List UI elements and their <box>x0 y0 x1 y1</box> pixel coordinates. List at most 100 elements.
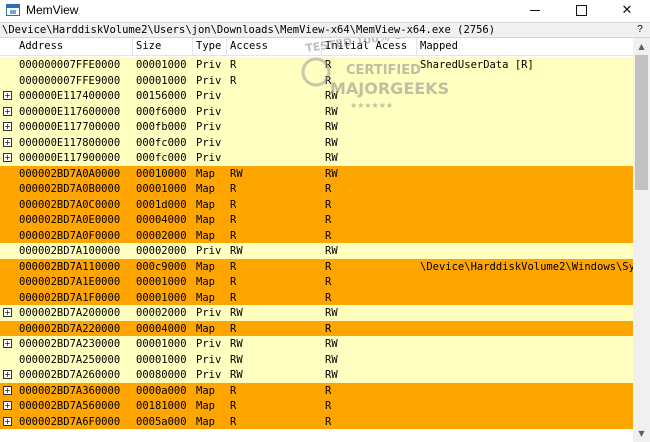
row-type: Priv <box>196 152 222 164</box>
row-access: R <box>230 291 237 304</box>
minimize-button[interactable] <box>512 0 558 22</box>
row-address: 000002BD7A1E0000 <box>19 276 121 288</box>
scroll-up-button[interactable]: ▲ <box>633 38 650 55</box>
expand-icon[interactable]: + <box>3 416 12 426</box>
row-size: 00001000 <box>136 338 187 350</box>
expand-icon[interactable]: + <box>3 137 12 147</box>
row-access: RW <box>230 369 243 381</box>
table-row[interactable]: 000002BD7A1F0000 00001000 Map R R <box>0 289 633 305</box>
scroll-thumb[interactable] <box>635 55 648 190</box>
row-address: 000000007FFE9000 <box>19 74 121 87</box>
table-row[interactable]: 000002BD7A0A0000 00010000 Map RW RW <box>0 165 633 181</box>
row-size: 0000a000 <box>136 384 187 397</box>
row-type: Priv <box>196 338 222 350</box>
row-address: 000002BD7A0F0000 <box>19 229 121 242</box>
column-divider[interactable] <box>321 38 322 55</box>
maximize-button[interactable] <box>558 0 604 22</box>
table-row[interactable]: +000000E117900000 000fc000 Priv RW <box>0 150 633 166</box>
row-size: 00001000 <box>136 291 187 304</box>
row-access: R <box>230 59 237 71</box>
row-address: 000002BD7A560000 <box>19 400 121 412</box>
table-row[interactable]: +000002BD7A200000 00002000 Priv RW RW <box>0 305 633 321</box>
column-divider[interactable] <box>226 38 227 55</box>
row-size: 00001000 <box>136 353 187 366</box>
row-type: Map <box>196 198 215 211</box>
row-address: 000000007FFE0000 <box>19 59 121 71</box>
header-size[interactable]: Size <box>136 40 161 52</box>
table-row[interactable]: +000002BD7A6F0000 0005a000 Map R R <box>0 413 633 429</box>
expand-icon[interactable]: + <box>3 122 12 131</box>
expand-icon[interactable]: + <box>3 308 12 317</box>
header-type[interactable]: Type <box>196 40 221 52</box>
expand-icon[interactable]: + <box>3 339 12 348</box>
table-row[interactable]: +000002BD7A360000 0000a000 Map R R <box>0 382 633 398</box>
table-row[interactable]: 000000007FFE9000 00001000 Priv R R <box>0 72 633 88</box>
vertical-scrollbar[interactable]: ▲ ▼ <box>633 38 650 442</box>
column-divider[interactable] <box>192 38 193 55</box>
row-initial-access: RW <box>325 369 338 381</box>
row-initial-access: RW <box>325 167 338 180</box>
scroll-down-button[interactable]: ▼ <box>633 425 650 442</box>
close-button[interactable]: ✕ <box>604 0 650 22</box>
row-address: 000000E117800000 <box>19 136 121 149</box>
column-divider[interactable] <box>132 38 133 55</box>
expand-icon[interactable]: + <box>3 153 12 162</box>
table-row[interactable]: 000002BD7A100000 00002000 Priv RW RW <box>0 243 633 259</box>
table-row[interactable]: 000002BD7A0F0000 00002000 Map R R <box>0 227 633 243</box>
row-type: Priv <box>196 90 222 102</box>
table-row[interactable]: +000000E117400000 00156000 Priv RW <box>0 88 633 104</box>
row-initial-access: R <box>325 198 332 211</box>
expand-icon[interactable]: + <box>3 91 12 100</box>
row-size: 00002000 <box>136 245 187 257</box>
row-size: 00181000 <box>136 400 187 412</box>
table-row[interactable]: 000000007FFE0000 00001000 Priv R R SharedUser… <box>0 57 633 73</box>
row-initial-access: R <box>325 260 332 273</box>
table-row[interactable]: 000002BD7A250000 00001000 Priv RW RW <box>0 351 633 367</box>
window-title: MemView <box>26 3 79 17</box>
table-row[interactable]: 000002BD7A110000 000c9000 Map R R \Device\Har… <box>0 258 633 274</box>
row-access: R <box>230 400 237 412</box>
header-access[interactable]: Access <box>230 40 268 52</box>
row-type: Priv <box>196 136 222 149</box>
row-initial-access: R <box>325 415 332 428</box>
row-type: Map <box>196 322 215 335</box>
row-size: 00010000 <box>136 167 187 180</box>
row-address: 000000E117700000 <box>19 121 121 133</box>
row-address: 000002BD7A0A0000 <box>19 167 121 180</box>
table-row[interactable]: +000000E117600000 000f6000 Priv RW <box>0 103 633 119</box>
header-address[interactable]: Address <box>19 40 63 52</box>
expand-icon[interactable]: + <box>3 106 12 116</box>
table-row[interactable]: 000002BD7A0E0000 00004000 Map R R <box>0 212 633 228</box>
help-button[interactable]: ? <box>634 24 646 36</box>
table-row[interactable]: +000002BD7A560000 00181000 Map R R <box>0 398 633 414</box>
memory-region-list[interactable]: Address Size Type Access Initial Acess M… <box>0 38 633 442</box>
table-row[interactable]: +000000E117800000 000fc000 Priv RW <box>0 134 633 150</box>
table-row[interactable]: 000002BD7A1E0000 00001000 Map R R <box>0 274 633 290</box>
row-type: Priv <box>196 105 222 118</box>
header-mapped[interactable]: Mapped <box>420 40 458 52</box>
column-divider[interactable] <box>416 38 417 55</box>
expand-icon[interactable]: + <box>3 401 12 410</box>
maximize-icon <box>575 5 587 16</box>
row-initial-access: RW <box>325 121 338 133</box>
table-row[interactable]: 000002BD7A220000 00004000 Map R R <box>0 320 633 336</box>
table-row[interactable]: 000002BD7A0C0000 0001d000 Map R R <box>0 196 633 212</box>
row-access: R <box>230 214 237 226</box>
table-row[interactable]: +000000E117700000 000fb000 Priv RW <box>0 119 633 135</box>
row-initial-access: R <box>325 214 332 226</box>
table-row[interactable]: +000002BD7A260000 00080000 Priv RW RW <box>0 367 633 383</box>
row-initial-access: RW <box>325 245 338 257</box>
row-access: RW <box>230 307 243 319</box>
header-initial-access[interactable]: Initial Acess <box>325 40 407 52</box>
expand-icon[interactable]: + <box>3 385 12 395</box>
row-initial-access: R <box>325 384 332 397</box>
table-row[interactable]: +000002BD7A230000 00001000 Priv RW RW <box>0 336 633 352</box>
row-type: Priv <box>196 369 222 381</box>
row-address: 000002BD7A250000 <box>19 353 121 366</box>
row-type: Priv <box>196 353 222 366</box>
row-address: 000002BD7A260000 <box>19 369 121 381</box>
row-access: RW <box>230 338 243 350</box>
expand-icon[interactable]: + <box>3 370 12 379</box>
table-row[interactable]: 000002BD7A0B0000 00001000 Map R R <box>0 181 633 197</box>
row-type: Map <box>196 276 215 288</box>
